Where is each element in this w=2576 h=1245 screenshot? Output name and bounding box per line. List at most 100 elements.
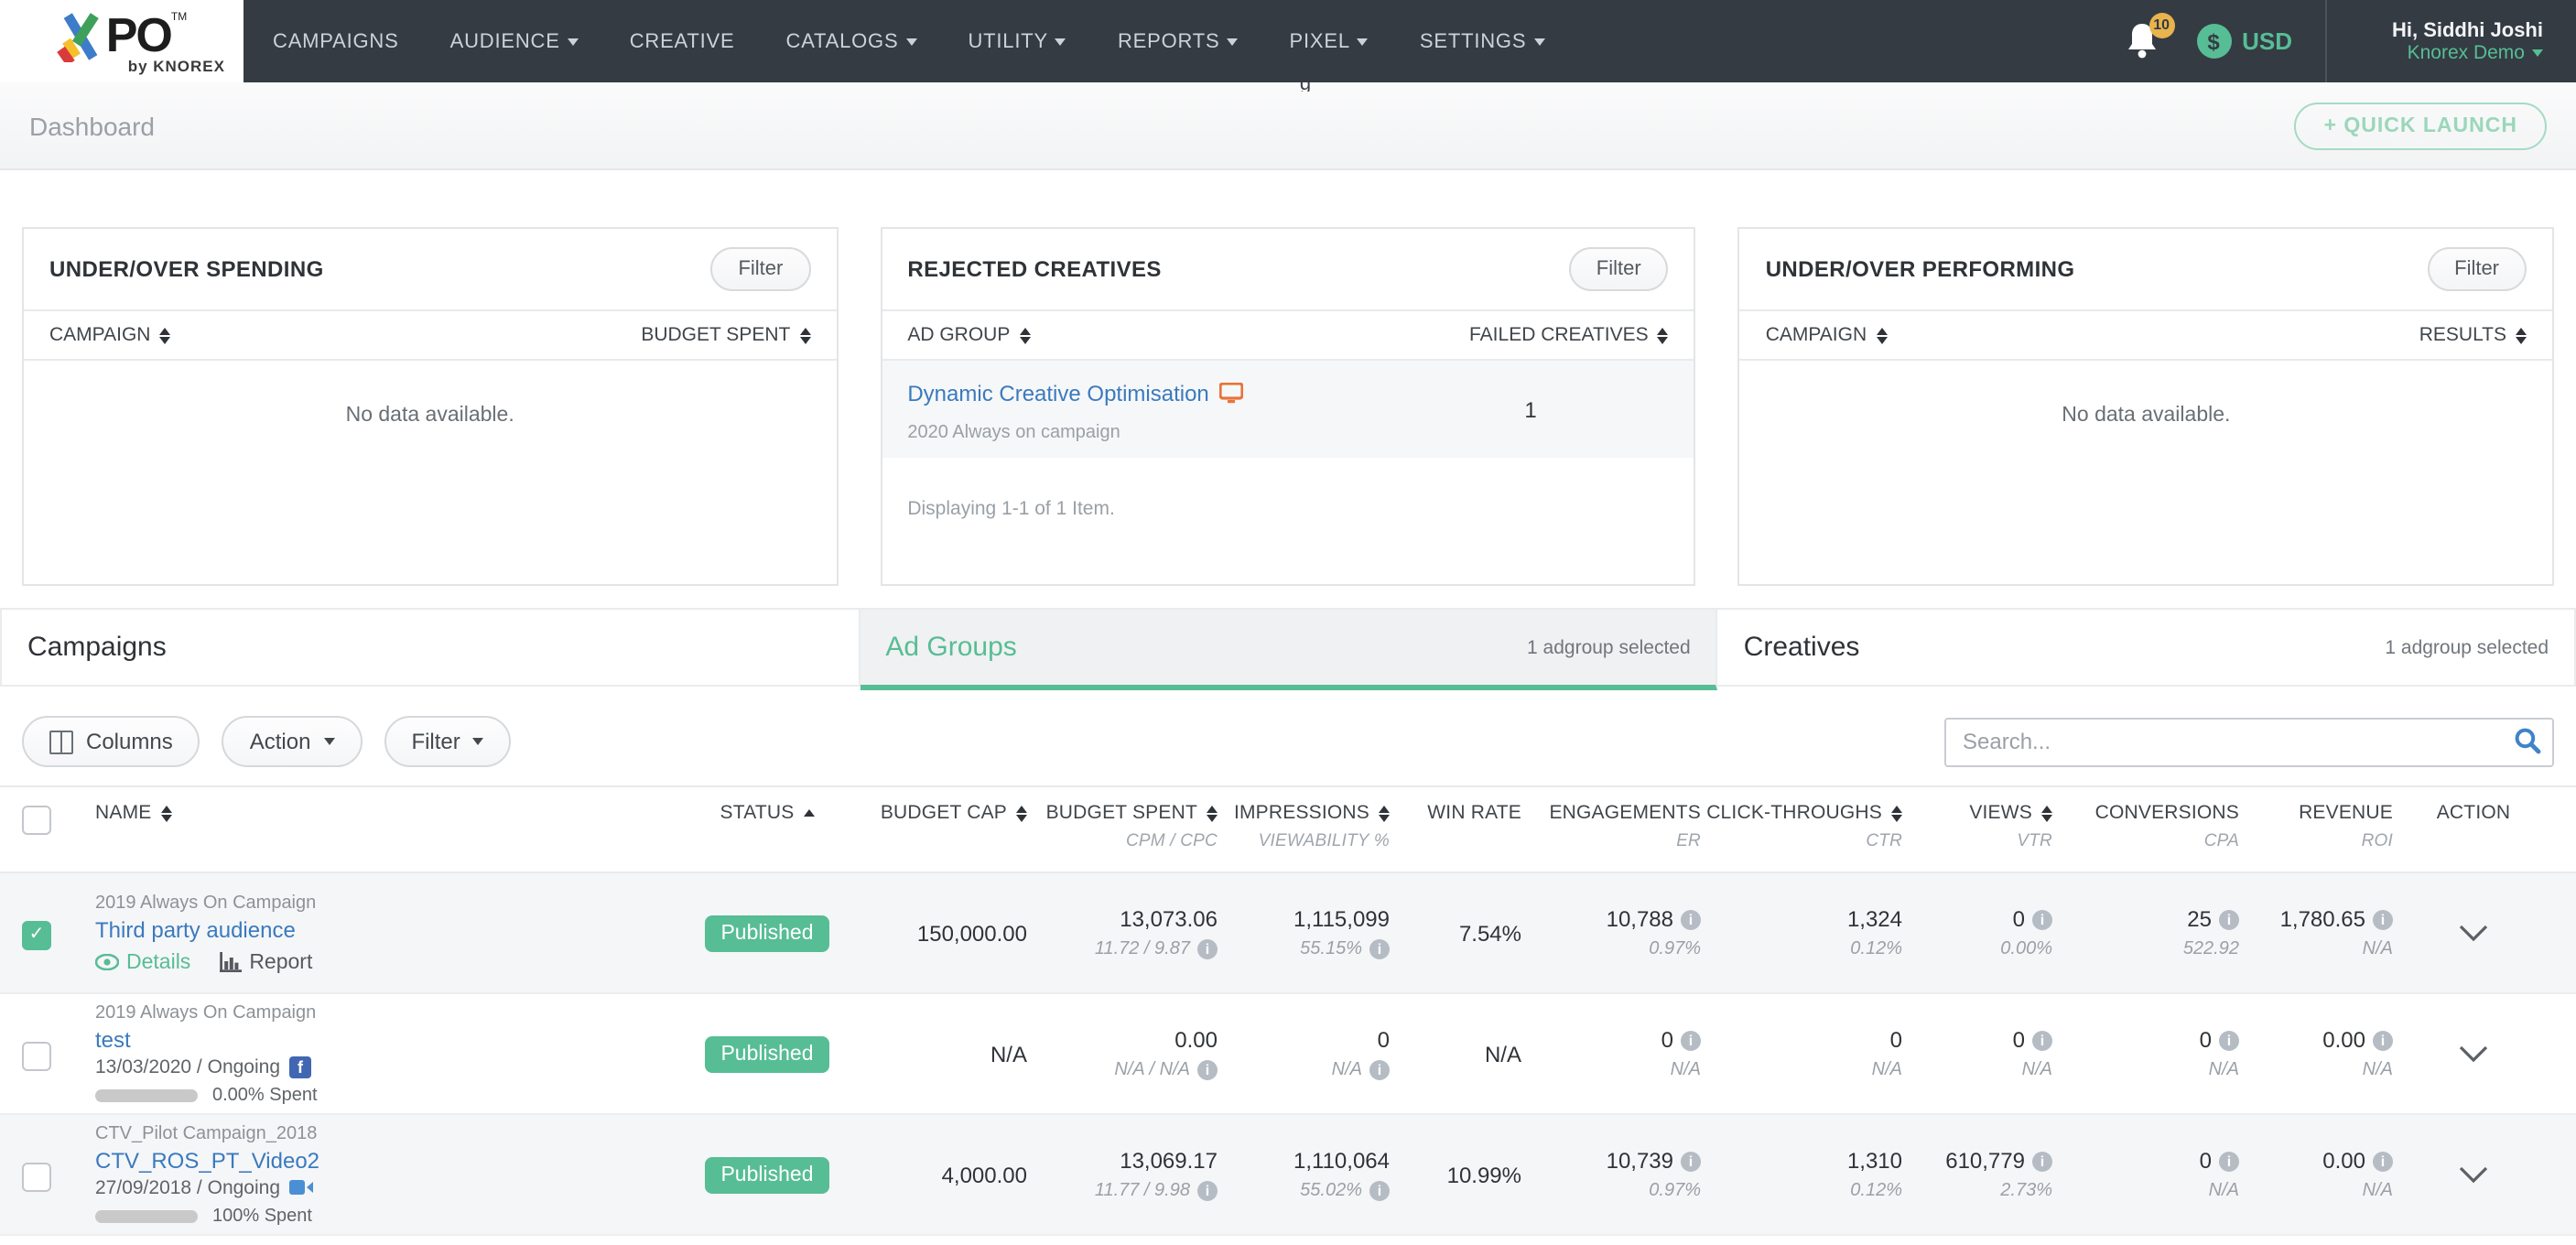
header-views[interactable]: VIEWSVTR	[1902, 802, 2052, 851]
info-icon[interactable]: i	[2032, 909, 2052, 929]
nav-item-settings[interactable]: SETTINGS	[1420, 30, 1544, 52]
report-link[interactable]: Report	[220, 951, 312, 973]
user-menu[interactable]: Hi, Siddhi Joshi Knorex Demo	[2360, 19, 2558, 63]
chevron-down-icon	[2532, 49, 2543, 56]
info-icon[interactable]: i	[2373, 909, 2393, 929]
row-checkbox[interactable]: ✓	[22, 920, 51, 949]
info-icon[interactable]: i	[1197, 1060, 1218, 1080]
adgroup-name-link[interactable]: CTV_ROS_PT_Video2	[95, 1147, 690, 1173]
info-icon[interactable]: i	[2219, 1151, 2239, 1171]
header-budget-spent[interactable]: BUDGET SPENTCPM / CPC	[1027, 802, 1218, 851]
sort-header-campaign[interactable]: CAMPAIGN	[49, 324, 170, 346]
action-dropdown[interactable]: Action	[222, 716, 363, 767]
search-icon[interactable]	[2514, 726, 2541, 753]
sort-header-results[interactable]: RESULTS	[2419, 324, 2527, 346]
nav-item-catalogs[interactable]: CATALOGS	[786, 30, 917, 52]
sort-header-budget-spent[interactable]: BUDGET SPENT	[641, 324, 810, 346]
sort-header-campaign[interactable]: CAMPAIGN	[1766, 324, 1887, 346]
info-icon[interactable]: i	[1197, 1181, 1218, 1201]
cell-engagements: 10,788 i0.97%	[1521, 906, 1701, 959]
expand-row-button[interactable]	[2393, 925, 2554, 941]
sort-header-failed-creatives[interactable]: FAILED CREATIVES	[1469, 324, 1669, 346]
select-all-checkbox[interactable]	[22, 806, 51, 835]
tab-creatives[interactable]: Creatives 1 adgroup selected	[1718, 610, 2576, 687]
adgroup-name-link[interactable]: Third party audience	[95, 916, 690, 942]
columns-button[interactable]: Columns	[22, 716, 200, 767]
notifications-button[interactable]: 10	[2123, 19, 2163, 63]
nav-menu: CAMPAIGNS AUDIENCE CREATIVE CATALOGS UTI…	[273, 0, 1544, 82]
sort-asc-icon[interactable]	[803, 809, 814, 817]
logo-po: PO	[106, 11, 171, 59]
nav-item-campaigns[interactable]: CAMPAIGNS	[273, 30, 399, 52]
header-conversions: CONVERSIONSCPA	[2052, 802, 2239, 851]
nav-item-pixel[interactable]: PIXEL	[1290, 30, 1369, 52]
sort-icon[interactable]	[1016, 805, 1027, 821]
info-icon[interactable]: i	[1681, 909, 1701, 929]
filter-dropdown[interactable]: Filter	[384, 716, 511, 767]
campaign-name: 2019 Always On Campaign	[95, 893, 690, 913]
header-impressions[interactable]: IMPRESSIONSVIEWABILITY %	[1218, 802, 1390, 851]
table-row: CTV_Pilot Campaign_2018 CTV_ROS_PT_Video…	[0, 1115, 2576, 1236]
info-icon[interactable]: i	[1681, 1030, 1701, 1050]
adgroup-name-link[interactable]: test	[95, 1026, 690, 1052]
cell-views: 610,779 i2.73%	[1902, 1148, 2052, 1201]
info-icon[interactable]: i	[1369, 1181, 1390, 1201]
sort-header-ad-group[interactable]: AD GROUP	[907, 324, 1030, 346]
filter-button[interactable]: Filter	[2427, 247, 2527, 291]
nav-right: 10 $ USD Hi, Siddhi Joshi Knorex Demo	[2123, 0, 2576, 82]
info-icon[interactable]: i	[1197, 939, 1218, 959]
expand-row-button[interactable]	[2393, 1045, 2554, 1062]
nav-item-creative[interactable]: CREATIVE	[630, 30, 735, 52]
info-icon[interactable]: i	[1681, 1151, 1701, 1171]
header-status[interactable]: STATUS	[690, 802, 844, 824]
header-name[interactable]: NAME	[95, 802, 690, 824]
selection-count: 1 adgroup selected	[2385, 636, 2549, 658]
cell-budget-spent: 13,069.1711.77 / 9.98 i	[1027, 1148, 1218, 1201]
filter-button[interactable]: Filter	[710, 247, 810, 291]
row-checkbox[interactable]	[22, 1162, 51, 1191]
spent-percent-label: 100% Spent	[212, 1206, 312, 1226]
header-click-throughs[interactable]: CLICK-THROUGHSCTR	[1701, 802, 1902, 851]
row-checkbox[interactable]	[22, 1041, 51, 1070]
info-icon[interactable]: i	[2032, 1151, 2052, 1171]
currency-selector[interactable]: $ USD	[2196, 24, 2292, 59]
info-icon[interactable]: i	[2373, 1030, 2393, 1050]
sort-icon[interactable]	[1207, 805, 1218, 821]
nav-item-audience[interactable]: AUDIENCE	[450, 30, 579, 52]
search-input[interactable]	[1944, 717, 2554, 766]
cell-budget-spent: 13,073.0611.72 / 9.87 i	[1027, 906, 1218, 959]
cell-budget-cap: 150,000.00	[844, 906, 1027, 959]
details-link[interactable]: Details	[95, 951, 190, 973]
expand-row-button[interactable]	[2393, 1166, 2554, 1183]
campaign-subtitle: 2020 Always on campaign	[907, 423, 1524, 443]
info-icon[interactable]: i	[1369, 1060, 1390, 1080]
status-badge: Published	[704, 1035, 829, 1072]
tab-campaigns[interactable]: Campaigns	[0, 610, 860, 687]
info-icon[interactable]: i	[2219, 909, 2239, 929]
info-icon[interactable]: i	[1369, 939, 1390, 959]
selection-count: 1 adgroup selected	[1527, 636, 1691, 658]
header-budget-cap[interactable]: BUDGET CAP	[844, 802, 1027, 851]
tab-ad-groups[interactable]: Ad Groups 1 adgroup selected	[860, 610, 1717, 690]
sort-icon[interactable]	[1891, 805, 1902, 821]
account-switcher[interactable]: Knorex Demo	[2408, 41, 2543, 63]
filter-button[interactable]: Filter	[1569, 247, 1669, 291]
quick-launch-button[interactable]: + QUICK LAUNCH	[2295, 102, 2547, 149]
nav-item-reports[interactable]: REPORTS	[1118, 30, 1239, 52]
sort-icon[interactable]	[161, 805, 172, 821]
info-icon[interactable]: i	[2219, 1030, 2239, 1050]
cell-engagements: 10,739 i0.97%	[1521, 1148, 1701, 1201]
spent-percent-label: 0.00% Spent	[212, 1085, 318, 1105]
cell-views: 0 i0.00%	[1902, 906, 2052, 959]
sort-icon[interactable]	[2041, 805, 2052, 821]
xpo-logo[interactable]: XPO PO TM by KNOREX	[0, 0, 244, 82]
info-icon[interactable]: i	[2373, 1151, 2393, 1171]
sort-icon[interactable]	[1379, 805, 1390, 821]
info-icon[interactable]: i	[2032, 1030, 2052, 1050]
sort-icon	[1876, 327, 1887, 343]
display-icon	[1220, 383, 1244, 405]
panel-title: UNDER/OVER SPENDING	[49, 256, 324, 282]
nav-item-utility[interactable]: UTILITY	[968, 30, 1066, 52]
ad-group-link[interactable]: Dynamic Creative Optimisation	[907, 381, 1243, 406]
cell-revenue: 0.00 iN/A	[2239, 1027, 2393, 1080]
